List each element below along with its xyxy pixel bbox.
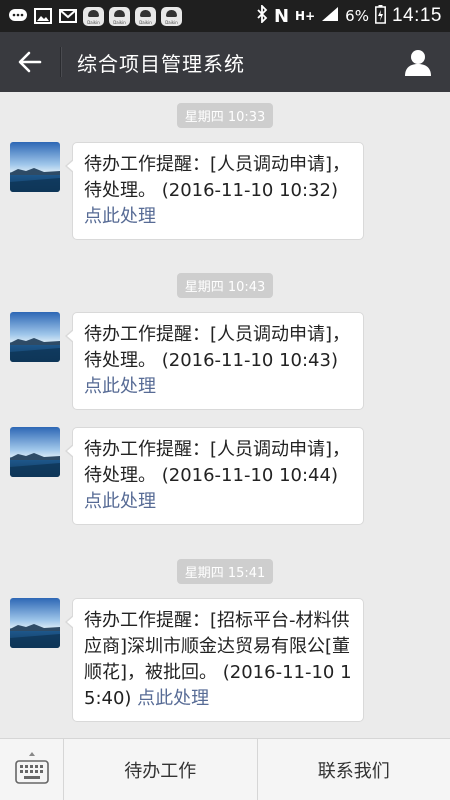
app-notification-icon: Daikin xyxy=(109,6,130,26)
bluetooth-icon xyxy=(256,3,268,27)
clock: 14:15 xyxy=(391,5,442,26)
chat-area[interactable]: 星期四 10:33 待办工作提醒：[人员调动申请]，待处理。 (2016-11-… xyxy=(0,92,450,738)
app-notification-icon: Daikin xyxy=(83,6,104,26)
notification-icons: Daikin Daikin Daikin Daikin xyxy=(8,6,182,26)
time-separator: 星期四 15:41 xyxy=(0,559,450,584)
time-separator: 星期四 10:43 xyxy=(0,273,450,298)
handle-link[interactable]: 点此处理 xyxy=(84,376,156,397)
system-status: N H+ 6% 14:15 xyxy=(256,3,442,28)
message-text: 待办工作提醒：[人员调动申请]，待处理。 (2016-11-10 10:32) xyxy=(84,154,351,201)
title-divider xyxy=(60,47,61,77)
message-text: 待办工作提醒：[招标平台-材料供应商]深圳市顺金达贸易有限公[董顺花]，被批回。… xyxy=(84,610,352,709)
time-label: 星期四 15:41 xyxy=(176,559,274,584)
handle-link[interactable]: 点此处理 xyxy=(84,491,156,512)
sender-avatar[interactable] xyxy=(10,312,60,362)
time-separator: 星期四 10:33 xyxy=(0,103,450,128)
message-bubble[interactable]: 待办工作提醒：[招标平台-材料供应商]深圳市顺金达贸易有限公[董顺花]，被批回。… xyxy=(65,598,364,722)
handle-link[interactable]: 点此处理 xyxy=(137,688,209,709)
image-icon xyxy=(33,7,53,25)
keyboard-toggle-button[interactable] xyxy=(0,739,64,800)
app-notification-icon: Daikin xyxy=(161,6,182,26)
nfc-icon: N xyxy=(273,5,290,27)
person-icon xyxy=(405,50,431,76)
profile-button[interactable] xyxy=(400,44,436,80)
signal-icon xyxy=(321,6,339,26)
arrow-left-icon xyxy=(18,51,42,73)
keyboard-icon xyxy=(14,752,49,784)
network-type: H+ xyxy=(295,9,316,23)
title-bar: 综合项目管理系统 xyxy=(0,32,450,92)
status-bar: Daikin Daikin Daikin Daikin N H+ 6% 14:1… xyxy=(0,0,450,32)
battery-percent: 6% xyxy=(345,7,369,25)
menu-todo-button[interactable]: 待办工作 xyxy=(64,739,258,800)
sender-avatar[interactable] xyxy=(10,427,60,477)
chat-icon xyxy=(8,7,28,25)
sender-avatar[interactable] xyxy=(10,598,60,648)
message-text: 待办工作提醒：[人员调动申请]，待处理。 (2016-11-10 10:44) xyxy=(84,439,351,486)
time-label: 星期四 10:43 xyxy=(176,273,274,298)
menu-contact-button[interactable]: 联系我们 xyxy=(258,739,450,800)
sender-avatar[interactable] xyxy=(10,142,60,192)
message-bubble[interactable]: 待办工作提醒：[人员调动申请]，待处理。 (2016-11-10 10:44) … xyxy=(65,427,364,525)
time-label: 星期四 10:33 xyxy=(176,103,274,128)
message-text: 待办工作提醒：[人员调动申请]，待处理。 (2016-11-10 10:43) xyxy=(84,324,351,371)
battery-icon xyxy=(375,4,386,28)
app-notification-icon: Daikin xyxy=(135,6,156,26)
handle-link[interactable]: 点此处理 xyxy=(84,206,156,227)
back-button[interactable] xyxy=(0,32,60,92)
mail-icon xyxy=(58,7,78,25)
page-title: 综合项目管理系统 xyxy=(77,51,245,76)
message-bubble[interactable]: 待办工作提醒：[人员调动申请]，待处理。 (2016-11-10 10:32) … xyxy=(65,142,364,240)
message-bubble[interactable]: 待办工作提醒：[人员调动申请]，待处理。 (2016-11-10 10:43) … xyxy=(65,312,364,410)
bottom-menu-bar: 待办工作 联系我们 xyxy=(0,738,450,800)
